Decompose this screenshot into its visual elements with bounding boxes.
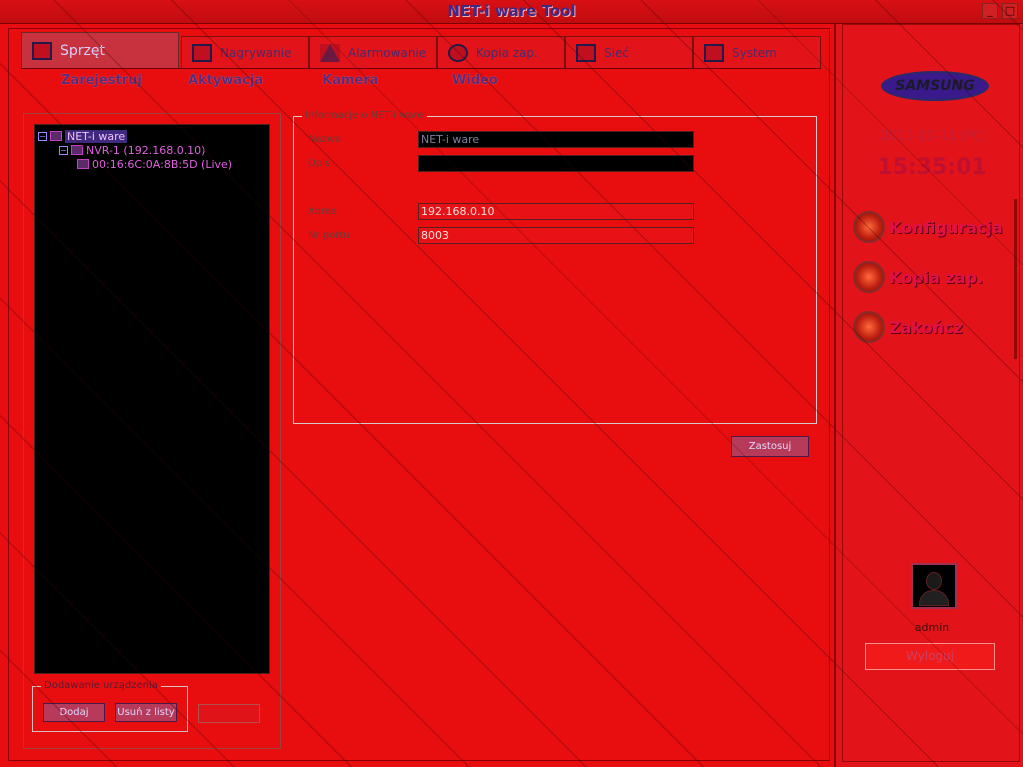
add-button[interactable]: Dodaj <box>43 703 105 722</box>
menu-item-configuration[interactable]: Konfiguracja <box>853 207 1003 247</box>
menu-item-exit[interactable]: Zakończ <box>853 307 963 347</box>
tab-label: System <box>732 45 777 60</box>
name-label: Nazwa <box>308 134 342 145</box>
minimize-button[interactable]: _ <box>982 3 998 19</box>
description-field[interactable] <box>418 155 694 172</box>
tab-divider <box>21 68 821 69</box>
clock-display: 15:35:01 <box>877 155 987 180</box>
backup-icon <box>853 261 885 293</box>
device-tree[interactable]: − NET-i ware − NVR-1 (192.168.0.10) 00:1… <box>34 124 270 674</box>
system-icon <box>704 43 724 62</box>
folder-icon <box>50 131 62 141</box>
sidebar-panel: SAMSUNG 2011-11-11 (Pt) 15:35:01 Konfigu… <box>842 24 1020 762</box>
config-gear-icon <box>853 211 885 243</box>
tree-node-label: 00:16:6C:0A:8B:5D (Live) <box>92 157 233 171</box>
avatar <box>911 563 957 609</box>
tab-recording[interactable]: Nagrywanie <box>181 36 309 68</box>
tab-backup[interactable]: Kopia zap. <box>437 36 565 68</box>
subtab-video[interactable]: Wideo <box>452 73 498 88</box>
user-body-icon <box>919 590 949 606</box>
subtab-camera[interactable]: Kamera <box>322 73 378 88</box>
subtab-activation[interactable]: Aktywacja <box>188 73 263 88</box>
add-device-group: Dodawanie urządzenia Dodaj Usuń z listy <box>32 680 188 732</box>
subtab-bar: Zarejestruj Aktywacja Kamera Wideo <box>21 73 821 95</box>
collapse-icon[interactable]: − <box>38 131 47 141</box>
menu-item-backup[interactable]: Kopia zap. <box>853 257 983 297</box>
remove-from-list-button[interactable]: Usuń z listy <box>115 703 177 722</box>
tab-label: Kopia zap. <box>476 45 538 60</box>
tree-node-label: NVR-1 (192.168.0.10) <box>86 143 206 157</box>
tree-node-label: NET-i ware <box>65 129 128 143</box>
name-field[interactable]: NET-i ware <box>418 131 694 148</box>
menu-label: Zakończ <box>889 317 963 337</box>
tab-label: Alarmowanie <box>348 45 427 60</box>
tab-hardware[interactable]: Sprzęt <box>21 32 179 68</box>
info-group-title: Informacje o NET-i ware <box>302 110 427 121</box>
tab-alarm[interactable]: Alarmowanie <box>309 36 437 68</box>
nvr-icon <box>71 145 83 155</box>
subtab-register[interactable]: Zarejestruj <box>61 73 142 88</box>
main-area: Sprzęt Nagrywanie Alarmowanie Kopia zap.… <box>8 28 830 761</box>
hardware-icon <box>32 41 52 60</box>
maximize-button[interactable]: □ <box>1002 3 1018 19</box>
tab-bar: Sprzęt Nagrywanie Alarmowanie Kopia zap.… <box>21 32 821 68</box>
backup-icon <box>448 43 468 62</box>
logout-button[interactable]: Wyloguj <box>865 643 995 670</box>
power-icon <box>853 311 885 343</box>
address-field: 192.168.0.10 <box>418 203 694 220</box>
logo-text: SAMSUNG <box>895 78 975 94</box>
tab-label: Nagrywanie <box>220 45 292 60</box>
device-tree-panel: − NET-i ware − NVR-1 (192.168.0.10) 00:1… <box>23 113 281 749</box>
recording-icon <box>192 43 212 62</box>
tree-node-camera[interactable]: 00:16:6C:0A:8B:5D (Live) <box>77 157 232 171</box>
tab-system[interactable]: System <box>693 36 821 68</box>
tree-node-root[interactable]: − NET-i ware <box>38 129 128 143</box>
date-display: 2011-11-11 (Pt) <box>880 129 984 144</box>
delete-button[interactable]: Usuń <box>198 704 260 723</box>
device-info-group: Informacje o NET-i ware Nazwa NET-i ware… <box>293 110 817 424</box>
address-label: Adres <box>308 206 337 217</box>
sidebar-menu: Konfiguracja Kopia zap. Zakończ <box>847 199 1017 359</box>
port-label: Nr portu <box>308 230 350 241</box>
right-sidebar: SAMSUNG 2011-11-11 (Pt) 15:35:01 Konfigu… <box>834 24 1023 767</box>
menu-label: Kopia zap. <box>889 267 984 287</box>
network-icon <box>576 43 596 62</box>
tab-label: Sieć <box>604 45 629 60</box>
port-field: 8003 <box>418 227 694 244</box>
apply-button[interactable]: Zastosuj <box>731 436 809 457</box>
tab-network[interactable]: Sieć <box>565 36 693 68</box>
tab-label: Sprzęt <box>60 42 105 59</box>
title-bar: NET-i ware Tool _ □ <box>0 0 1023 24</box>
window-title: NET-i ware Tool <box>447 2 576 20</box>
samsung-logo: SAMSUNG <box>881 71 989 101</box>
collapse-icon[interactable]: − <box>59 145 68 155</box>
tree-node-nvr[interactable]: − NVR-1 (192.168.0.10) <box>59 143 205 157</box>
camera-icon <box>77 159 89 169</box>
menu-label: Konfiguracja <box>889 217 1003 237</box>
user-name: admin <box>914 621 950 634</box>
alarm-icon <box>320 43 340 62</box>
description-label: Opis <box>308 158 331 169</box>
user-head-icon <box>926 572 942 590</box>
group-title: Dodawanie urządzenia <box>41 680 161 691</box>
